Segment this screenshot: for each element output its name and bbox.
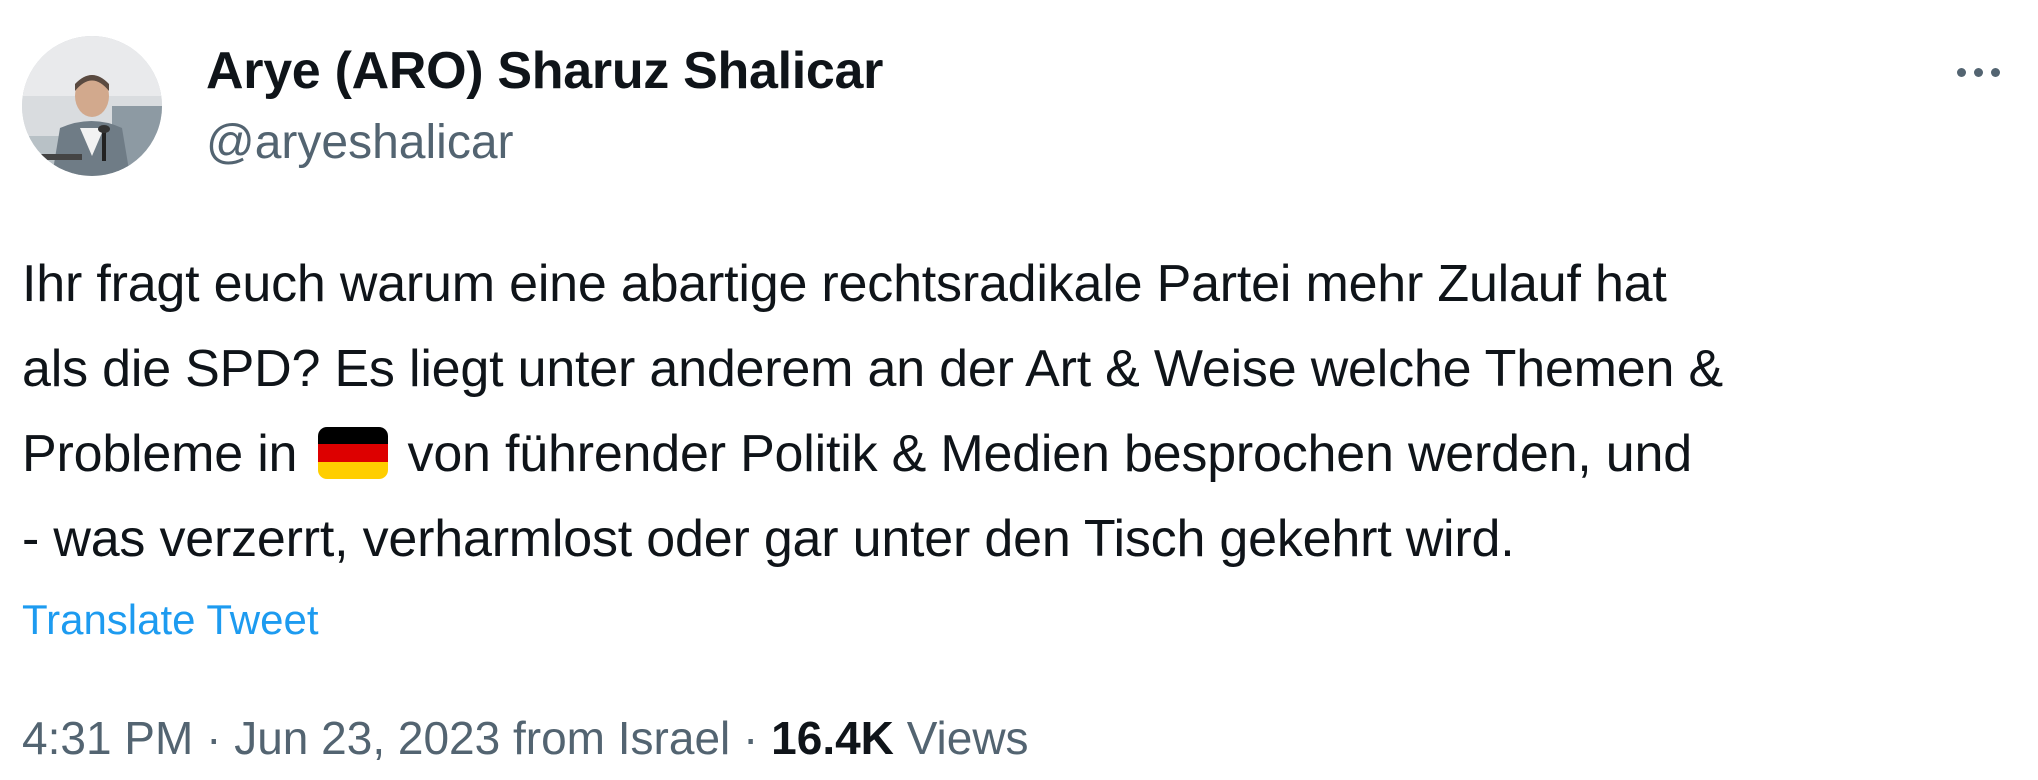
views-link[interactable]: 16.4K Views [771,712,1028,764]
author-handle[interactable]: @aryeshalicar [206,112,514,174]
tweet-text-line: Ihr fragt euch warum eine abartige recht… [22,255,1667,313]
tweet-text-segment: Probleme in [22,425,298,483]
tweet-text-line: als die SPD? Es liegt unter anderem an d… [22,340,1723,398]
avatar-photo [22,36,162,176]
tweet-date: Jun 23, 2023 [234,712,501,764]
flag-stripe-gold [317,461,388,479]
more-horizontal-icon-dot [1973,67,1983,77]
tweet-text-segment: von führender Politik & Medien besproche… [407,425,1693,483]
tweet-text: Ihr fragt euch warum eine abartige recht… [22,242,2018,582]
translate-tweet-link[interactable]: Translate Tweet [22,592,318,648]
views-count: 16.4K [771,712,894,764]
tweet-text-line: - was verzerrt, verharmlost oder gar unt… [22,510,1515,568]
more-options-button[interactable] [1938,50,2018,94]
views-label: Views [906,712,1029,764]
meta-separator: · [743,712,759,764]
tweet-timestamp-link[interactable]: 4:31 PM · Jun 23, 2023 [22,712,500,764]
tweet-card: Arye (ARO) Sharuz Shalicar @aryeshalicar… [0,0,2038,780]
germany-flag-emoji [317,427,388,479]
tweet-meta: 4:31 PM · Jun 23, 2023 from Israel · 16.… [22,708,1029,768]
tweet-location: from Israel [513,712,731,764]
author-display-name[interactable]: Arye (ARO) Sharuz Shalicar [206,38,883,104]
flag-stripe-black [317,427,388,445]
tweet-time: 4:31 PM [22,712,194,764]
tweet-text-line: Probleme in von führender Politik & Medi… [22,412,2018,497]
flag-stripe-red [317,444,388,462]
meta-separator: · [206,712,222,764]
more-horizontal-icon-dot [1990,67,2000,77]
author-avatar[interactable] [22,36,162,176]
more-horizontal-icon [1956,67,1966,77]
